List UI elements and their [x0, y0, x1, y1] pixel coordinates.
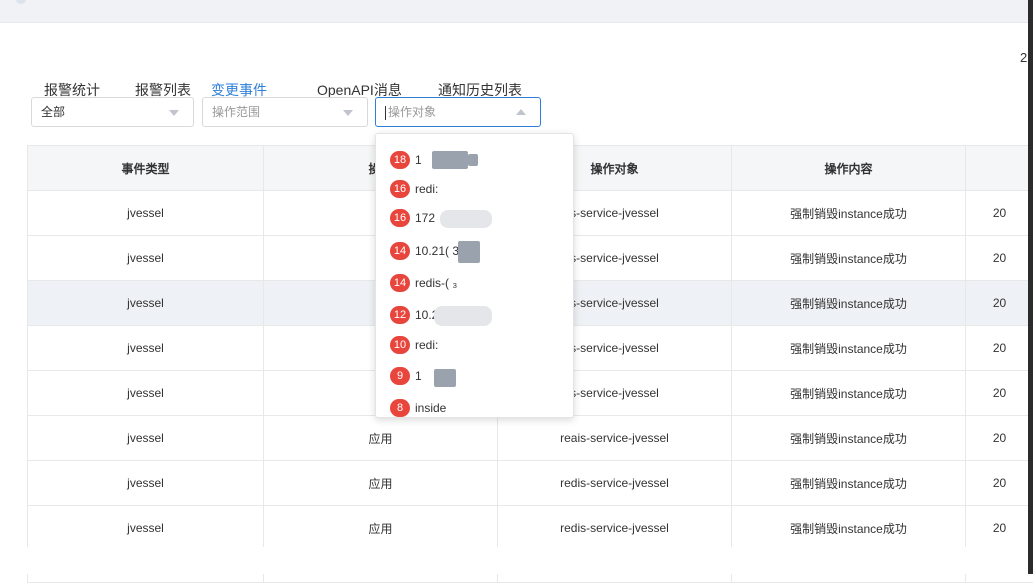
window-edge: [1028, 0, 1033, 574]
dropdown-option[interactable]: 16 redi:: [390, 180, 438, 200]
cell-time: 20: [966, 461, 1033, 506]
redacted-block: [432, 151, 468, 169]
redacted-block: [434, 369, 456, 387]
dropdown-option[interactable]: 1210.2: [390, 306, 438, 326]
operation-object-dropdown: 181 16redi: 16172 1410.21( 39 14redis-( …: [375, 133, 574, 418]
table-row[interactable]: jvessel 应用 reais-service-jvessel 强制销毁ins…: [28, 416, 1033, 461]
cell-operation-content: 强制销毁instance成功: [732, 371, 966, 416]
cell-event-type: jvessel: [28, 506, 264, 551]
option-label: redis-( ₃: [415, 276, 457, 290]
dropdown-option[interactable]: 8 inside: [390, 399, 446, 419]
chevron-up-icon: [516, 109, 526, 115]
bottom-cutoff: [0, 547, 1033, 574]
option-label: 1: [415, 153, 422, 167]
header-operation-content: 操作内容: [732, 146, 966, 191]
option-label: 1: [415, 369, 422, 383]
cell-time: 20: [966, 416, 1033, 461]
cell-operation-range: 应用: [264, 506, 498, 551]
event-type-select-value: 全部: [41, 105, 65, 119]
cell-event-type: jvessel: [28, 281, 264, 326]
operation-object-placeholder: 操作对象: [388, 105, 436, 119]
count-badge: 12: [390, 306, 410, 324]
redacted-block: [434, 306, 492, 326]
operation-object-select[interactable]: 操作对象: [375, 97, 541, 127]
cell-event-type: jvessel: [28, 371, 264, 416]
cell-time: 20: [966, 281, 1033, 326]
cell-operation-range: 应用: [264, 416, 498, 461]
cell-operation-content: 强制销毁instance成功: [732, 326, 966, 371]
count-badge: 16: [390, 209, 410, 227]
cell-time: 20: [966, 236, 1033, 281]
cell-event-type: jvessel: [28, 461, 264, 506]
count-badge: 18: [390, 151, 410, 169]
cell-time: 20: [966, 371, 1033, 416]
cell-event-type: jvessel: [28, 236, 264, 281]
header-time: [966, 146, 1033, 191]
count-badge: 10: [390, 336, 410, 354]
cell-operation-range: 应用: [264, 461, 498, 506]
top-header-strip: [0, 0, 1033, 23]
redacted-block: [468, 154, 478, 166]
operation-range-select[interactable]: 操作范围: [202, 97, 368, 127]
option-label: redi:: [415, 182, 438, 196]
dropdown-option[interactable]: 1410.21( 39: [390, 242, 466, 262]
event-type-select[interactable]: 全部: [31, 97, 194, 127]
count-badge: 14: [390, 242, 410, 260]
cell-time: 20: [966, 506, 1033, 551]
header-icon: [16, 0, 26, 4]
cell-operation-content: 强制销毁instance成功: [732, 506, 966, 551]
count-badge: 8: [390, 399, 410, 417]
dropdown-option[interactable]: 16 172: [390, 209, 435, 229]
cell-operation-content: 强制销毁instance成功: [732, 416, 966, 461]
count-badge: 14: [390, 274, 410, 292]
redacted-block: [440, 210, 492, 228]
cell-operation-content: 强制销毁instance成功: [732, 281, 966, 326]
dropdown-option[interactable]: 91: [390, 367, 422, 387]
option-label: inside: [415, 401, 446, 415]
redacted-block: [458, 241, 480, 263]
cell-event-type: jvessel: [28, 416, 264, 461]
count-badge: 9: [390, 367, 410, 385]
chevron-down-icon: [169, 110, 179, 116]
cell-event-type: jvessel: [28, 326, 264, 371]
cell-event-type: jvessel: [28, 191, 264, 236]
chevron-down-icon: [343, 110, 353, 116]
option-label: 172: [415, 211, 435, 225]
dropdown-option[interactable]: 18 1: [390, 151, 422, 171]
cell-operation-object: reais-service-jvessel: [498, 416, 732, 461]
table-row[interactable]: jvessel 应用 redis-service-jvessel 强制销毁ins…: [28, 506, 1033, 551]
table-row[interactable]: jvessel 应用 redis-service-jvessel 强制销毁ins…: [28, 461, 1033, 506]
header-event-type: 事件类型: [28, 146, 264, 191]
cell-operation-content: 强制销毁instance成功: [732, 236, 966, 281]
cell-operation-content: 强制销毁instance成功: [732, 461, 966, 506]
cell-operation-object: redis-service-jvessel: [498, 461, 732, 506]
option-label: redi:: [415, 338, 438, 352]
dropdown-option[interactable]: 14 redis-( ₃: [390, 274, 457, 294]
operation-range-placeholder: 操作范围: [212, 105, 260, 119]
text-cursor: [385, 106, 386, 120]
cell-operation-content: 强制销毁instance成功: [732, 191, 966, 236]
page-number: 2: [1020, 50, 1027, 65]
cell-time: 20: [966, 326, 1033, 371]
dropdown-option[interactable]: 10 redi:: [390, 336, 438, 356]
cell-operation-object: redis-service-jvessel: [498, 506, 732, 551]
count-badge: 16: [390, 180, 410, 198]
cell-time: 20: [966, 191, 1033, 236]
